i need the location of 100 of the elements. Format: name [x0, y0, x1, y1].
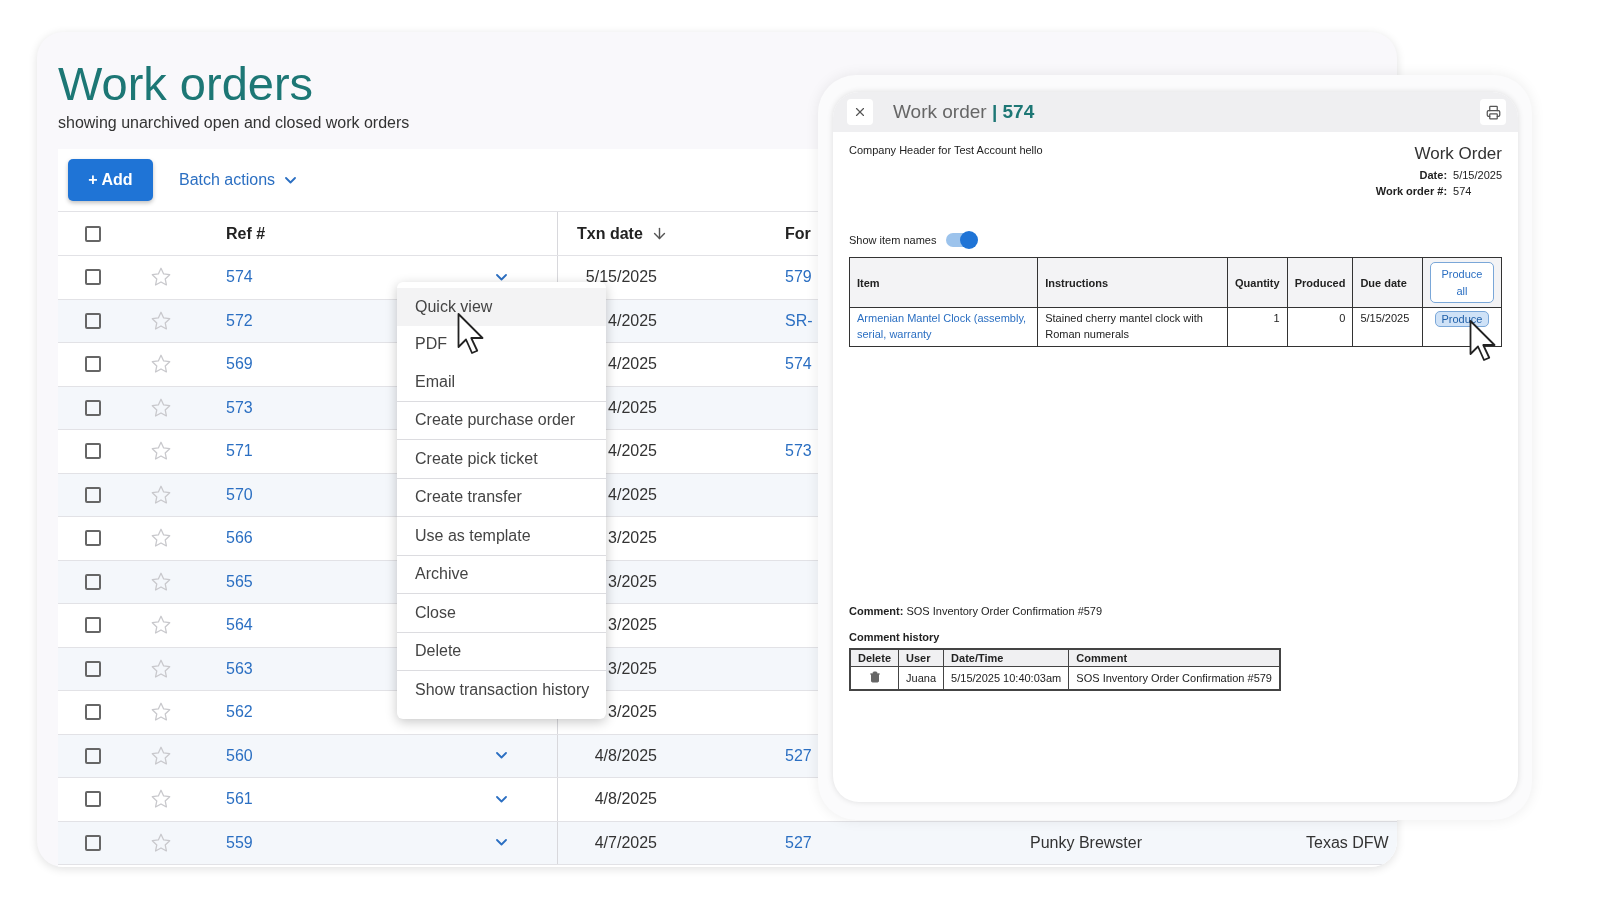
date-cell-text: 5/15/2025: [584, 268, 657, 287]
menu-item[interactable]: Archive: [397, 555, 606, 593]
menu-item[interactable]: Show transaction history: [397, 671, 606, 709]
menu-item[interactable]: Use as template: [397, 517, 606, 555]
date-cell-text: 3/2025: [607, 659, 657, 678]
menu-item[interactable]: Email: [397, 363, 606, 401]
column-header[interactable]: Ref #: [226, 224, 266, 243]
row-checkbox[interactable]: [85, 834, 101, 851]
menu-item[interactable]: PDF: [397, 325, 606, 363]
star-icon[interactable]: [150, 396, 172, 419]
ref-link[interactable]: 565: [226, 572, 253, 591]
star-icon[interactable]: [150, 353, 172, 376]
menu-item[interactable]: Delete: [397, 632, 606, 670]
for-link[interactable]: 527: [785, 833, 812, 851]
menu-item[interactable]: Create pick ticket: [397, 440, 606, 478]
chevron-icon: [285, 176, 297, 184]
ref-link[interactable]: 571: [226, 442, 253, 461]
meta-label: Date:: [1418, 169, 1448, 181]
row-checkbox[interactable]: [85, 399, 101, 416]
menu-item[interactable]: Create purchase order: [397, 401, 606, 439]
star-icon[interactable]: [150, 266, 172, 289]
row-checkbox[interactable]: [85, 530, 101, 547]
column-header: Due date: [1352, 257, 1423, 308]
for-link[interactable]: 527: [785, 746, 812, 764]
page-subtitle: showing unarchived open and closed work orders: [58, 114, 410, 133]
add-button[interactable]: + Add: [68, 159, 153, 202]
column-header[interactable]: Txn date: [577, 224, 643, 243]
ref-link[interactable]: 559: [226, 833, 253, 852]
ref-link[interactable]: 574: [226, 268, 253, 287]
for-link[interactable]: 579: [785, 268, 812, 286]
ref-link[interactable]: 564: [226, 616, 253, 635]
row-checkbox[interactable]: [85, 443, 101, 460]
company-header: Company Header for Test Account hello: [849, 144, 1043, 156]
star-icon[interactable]: [150, 483, 172, 506]
caret-icon[interactable]: [496, 752, 507, 760]
date-cell-text: 4/8/2025: [593, 790, 657, 809]
date-cell-text: 4/8/2025: [593, 746, 657, 765]
column-header[interactable]: For: [785, 224, 811, 242]
row-checkbox[interactable]: [85, 486, 101, 503]
star-icon[interactable]: [150, 788, 172, 811]
row-checkbox[interactable]: [85, 747, 101, 764]
star-icon[interactable]: [150, 744, 172, 767]
row-checkbox[interactable]: [85, 617, 101, 634]
ref-link[interactable]: 566: [226, 529, 253, 548]
produce-all-button[interactable]: Produce all: [1430, 262, 1494, 303]
row-checkbox[interactable]: [85, 791, 101, 808]
star-icon[interactable]: [150, 614, 172, 637]
location-cell: Texas DFW: [1306, 833, 1389, 851]
column-header: Date/Time: [943, 648, 1069, 667]
ref-link[interactable]: 562: [226, 703, 253, 722]
ref-link[interactable]: 560: [226, 746, 253, 765]
ref-link[interactable]: 572: [226, 311, 253, 330]
menu-item[interactable]: Quick view: [397, 288, 606, 326]
column-header: Produced: [1287, 257, 1353, 308]
row-checkbox[interactable]: [85, 573, 101, 590]
column-header: Instructions: [1037, 257, 1228, 308]
panel-title: Work order | 574: [893, 101, 1036, 123]
show-item-names-toggle[interactable]: [946, 233, 977, 247]
comment-text: Comment: SOS Inventory Order Confirmation #579: [849, 604, 1104, 617]
ref-link[interactable]: 563: [226, 659, 253, 678]
caret-icon[interactable]: [496, 795, 507, 803]
row-checkbox[interactable]: [85, 704, 101, 721]
star-icon[interactable]: [150, 701, 172, 724]
caret-icon[interactable]: [496, 273, 507, 281]
star-icon[interactable]: [150, 527, 172, 550]
produce-button[interactable]: Produce: [1434, 311, 1490, 327]
close-button[interactable]: [847, 99, 873, 125]
menu-item[interactable]: Create transfer: [397, 478, 606, 516]
row-checkbox[interactable]: [85, 660, 101, 677]
for-link[interactable]: 574: [785, 355, 812, 373]
trash-icon[interactable]: [868, 670, 881, 683]
date-cell-text: 4/7/2025: [593, 833, 657, 852]
date-cell-text: 3/2025: [607, 703, 657, 722]
ref-link[interactable]: 573: [226, 398, 253, 417]
for-link[interactable]: 573: [785, 442, 812, 460]
row-checkbox[interactable]: [85, 269, 101, 286]
page-title: Work orders: [58, 57, 314, 112]
select-all-checkbox[interactable]: [85, 225, 101, 242]
ref-link[interactable]: 570: [226, 485, 253, 504]
row-checkbox[interactable]: [85, 356, 101, 373]
close-icon: [853, 105, 867, 119]
star-icon[interactable]: [150, 831, 172, 854]
star-icon[interactable]: [150, 309, 172, 332]
star-icon[interactable]: [150, 570, 172, 593]
ref-link[interactable]: 569: [226, 355, 253, 374]
batch-actions-button[interactable]: Batch actions: [179, 171, 297, 190]
comment-history-title: Comment history: [849, 630, 941, 643]
toggle-label: Show item names: [849, 234, 937, 246]
print-button[interactable]: [1480, 99, 1506, 125]
meta-label: Work order #:: [1375, 185, 1448, 197]
star-icon[interactable]: [150, 440, 172, 463]
menu-item[interactable]: Close: [397, 594, 606, 632]
row-checkbox[interactable]: [85, 312, 101, 329]
caret-icon[interactable]: [496, 839, 507, 847]
for-link[interactable]: SR-: [785, 311, 813, 329]
ref-link[interactable]: 561: [226, 790, 253, 809]
column-header: Delete: [850, 648, 899, 667]
column-header: Comment: [1068, 648, 1280, 667]
star-icon[interactable]: [150, 657, 172, 680]
due-date-cell: 5/15/2025: [1352, 307, 1423, 347]
